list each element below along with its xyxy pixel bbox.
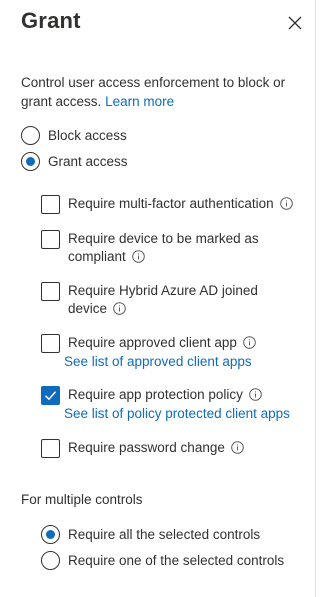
mfa-checkbox[interactable] <box>41 195 60 214</box>
grant-panel: Grant Control user access enforcement to… <box>0 0 316 597</box>
hybrid-joined-label: Require Hybrid Azure AD joined device <box>68 283 258 316</box>
control-compliant-device[interactable]: Require device to be marked as compliant <box>41 230 268 266</box>
block-access-option[interactable]: Block access <box>21 126 127 145</box>
info-icon[interactable] <box>113 302 126 315</box>
close-button[interactable] <box>285 13 305 33</box>
control-approved-app[interactable]: Require approved client app <box>41 334 308 353</box>
description: Control user access enforcement to block… <box>21 73 303 111</box>
compliant-device-label: Require device to be marked as compliant <box>68 231 259 264</box>
require-one-radio[interactable] <box>41 551 60 570</box>
compliant-device-checkbox[interactable] <box>41 230 60 249</box>
close-icon <box>288 16 302 30</box>
grant-access-option[interactable]: Grant access <box>21 152 128 171</box>
block-access-label: Block access <box>48 128 127 143</box>
password-change-checkbox[interactable] <box>41 439 60 458</box>
info-icon[interactable] <box>249 388 262 401</box>
info-icon[interactable] <box>279 197 293 210</box>
require-one-label: Require one of the selected controls <box>68 553 285 568</box>
block-access-radio[interactable] <box>21 126 40 145</box>
require-one-option[interactable]: Require one of the selected controls <box>41 551 284 570</box>
approved-apps-link[interactable]: See list of approved client apps <box>64 354 252 369</box>
multiple-controls-heading: For multiple controls <box>21 492 143 507</box>
control-password-change[interactable]: Require password change <box>41 439 308 458</box>
checkmark-icon <box>44 391 57 401</box>
hybrid-joined-checkbox[interactable] <box>41 282 60 301</box>
require-all-option[interactable]: Require all the selected controls <box>41 525 260 544</box>
app-protection-label: Require app protection policy <box>68 387 243 402</box>
password-change-label: Require password change <box>68 440 225 455</box>
panel-title: Grant <box>21 8 81 33</box>
control-hybrid-joined[interactable]: Require Hybrid Azure AD joined device <box>41 282 268 318</box>
approved-app-checkbox[interactable] <box>41 334 60 353</box>
grant-access-label: Grant access <box>48 154 128 169</box>
learn-more-link[interactable]: Learn more <box>105 94 174 109</box>
info-icon[interactable] <box>231 441 244 454</box>
info-icon[interactable] <box>131 250 145 263</box>
grant-access-radio[interactable] <box>21 152 40 171</box>
control-app-protection[interactable]: Require app protection policy <box>41 386 308 405</box>
control-mfa[interactable]: Require multi-factor authentication <box>41 195 308 214</box>
policy-protected-apps-link[interactable]: See list of policy protected client apps <box>64 406 290 421</box>
info-icon[interactable] <box>243 336 256 349</box>
require-all-label: Require all the selected controls <box>68 527 261 542</box>
require-all-radio[interactable] <box>41 525 60 544</box>
approved-app-label: Require approved client app <box>68 335 237 350</box>
app-protection-checkbox[interactable] <box>41 386 60 405</box>
mfa-label: Require multi-factor authentication <box>68 196 274 211</box>
